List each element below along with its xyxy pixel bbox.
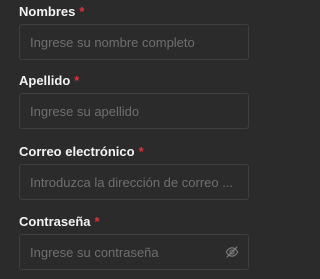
eye-slash-icon[interactable]	[225, 245, 239, 259]
required-marker: *	[138, 144, 144, 159]
last-name-input[interactable]	[20, 94, 248, 128]
password-input-container	[19, 234, 249, 270]
first-name-input-container	[19, 24, 249, 60]
email-field: Correo electrónico *	[19, 144, 249, 200]
required-marker: *	[94, 214, 100, 229]
email-label: Correo electrónico *	[19, 144, 144, 159]
email-input-container	[19, 164, 249, 200]
email-input[interactable]	[20, 165, 248, 199]
password-label: Contraseña *	[19, 214, 100, 229]
last-name-label: Apellido *	[19, 73, 80, 88]
last-name-field: Apellido *	[19, 73, 249, 129]
first-name-input[interactable]	[20, 25, 248, 59]
registration-form: Nombres* Apellido* Correo electrónico* C…	[0, 0, 266, 279]
required-marker: *	[79, 4, 85, 19]
first-name-label: Nombres *	[19, 4, 85, 19]
last-name-input-container	[19, 93, 249, 129]
password-input[interactable]	[20, 235, 248, 269]
first-name-field: Nombres *	[19, 4, 249, 60]
password-field: Contraseña *	[19, 214, 249, 270]
required-marker: *	[74, 73, 80, 88]
